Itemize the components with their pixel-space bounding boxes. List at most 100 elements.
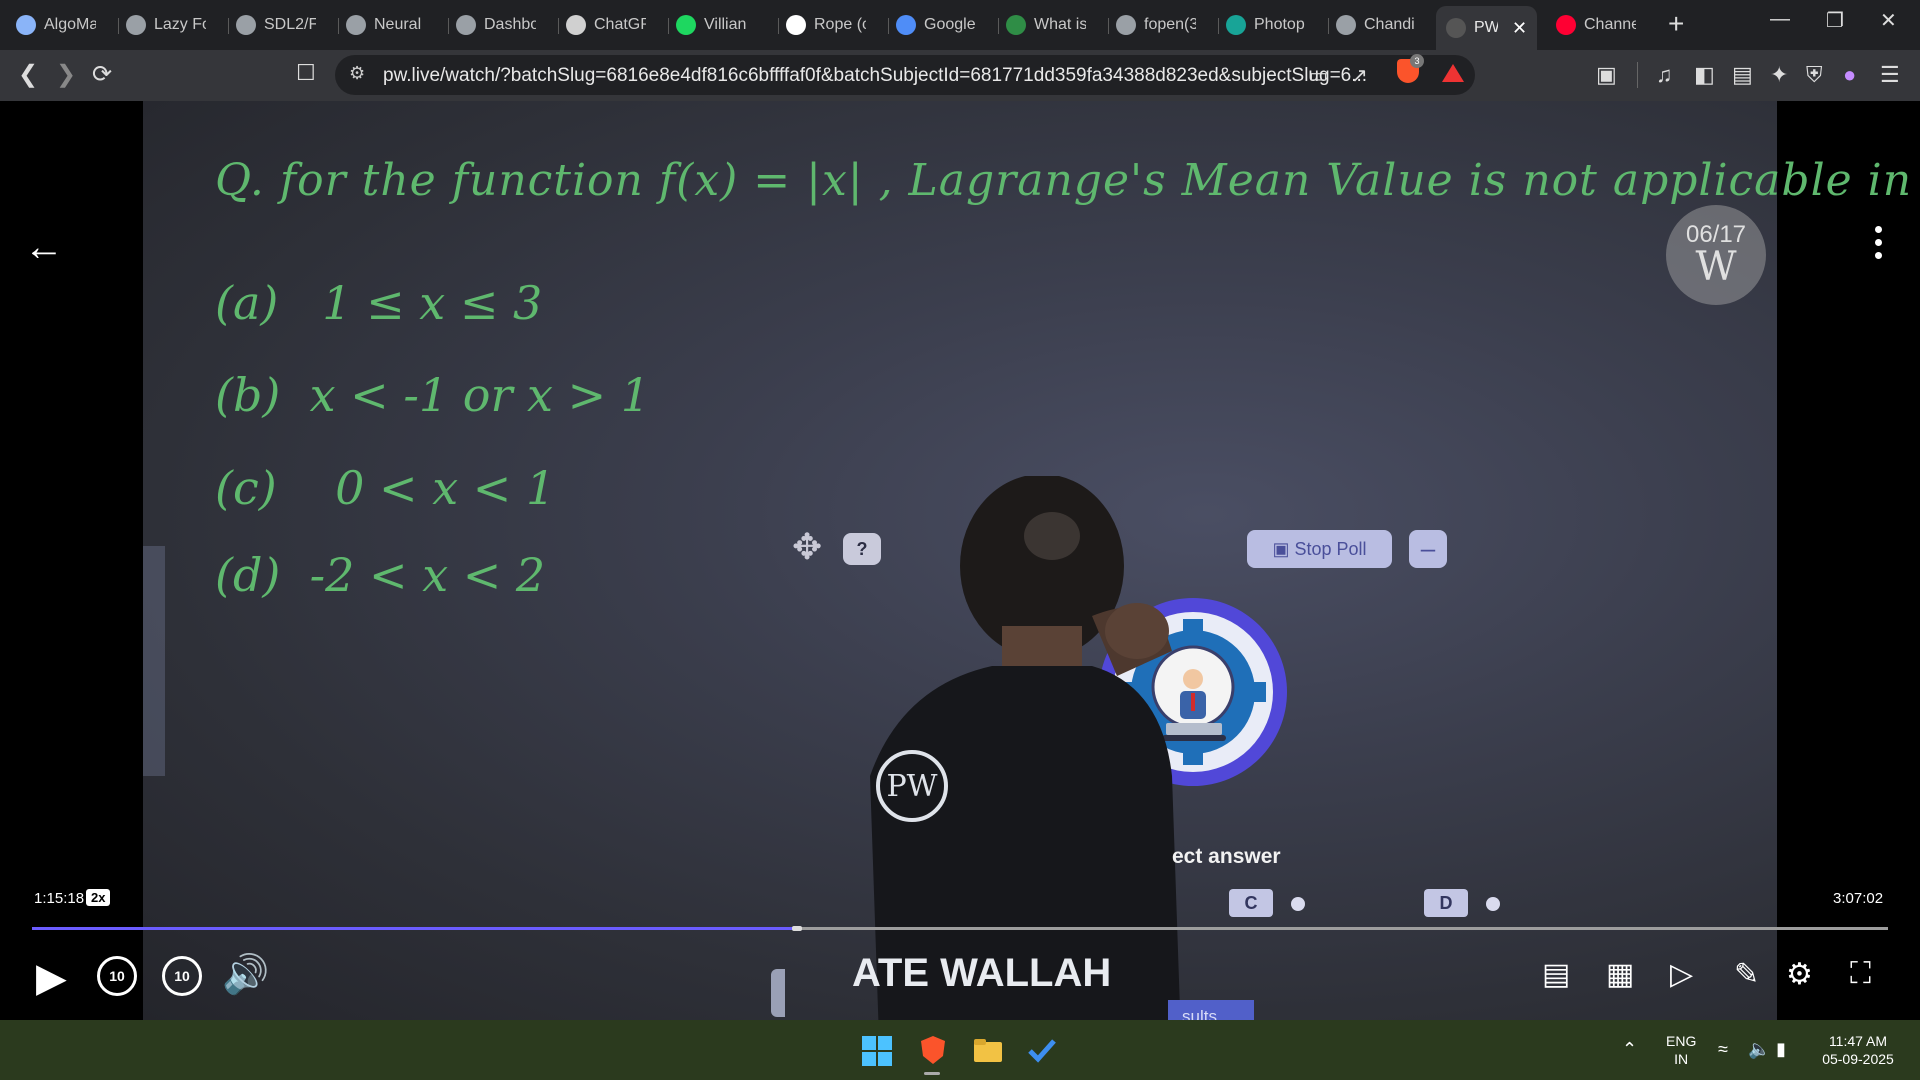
- seek-bar-handle[interactable]: [791, 926, 802, 931]
- new-tab-button[interactable]: +: [1668, 8, 1684, 40]
- url-text[interactable]: pw.live/watch/?batchSlug=6816e8e4df816c6…: [383, 65, 1367, 87]
- tab-item[interactable]: Lazy Fo: [126, 6, 206, 44]
- poll-radio-c[interactable]: [1291, 897, 1305, 911]
- tab-item[interactable]: Google: [896, 6, 976, 44]
- address-bar[interactable]: ⚙ pw.live/watch/?batchSlug=6816e8e4df816…: [335, 55, 1475, 95]
- profile-icon[interactable]: ●: [1843, 62, 1856, 88]
- presenter-figure: PW ATE WALLAH: [852, 476, 1181, 1020]
- tab-item[interactable]: Neural: [346, 6, 426, 44]
- menu-icon[interactable]: ☰: [1880, 62, 1900, 88]
- notes-video-icon[interactable]: ▷: [1670, 957, 1693, 992]
- tab-title: Chandi: [1364, 16, 1415, 33]
- tab-title: fopen(3: [1144, 16, 1196, 33]
- tab-title: Rope (c: [814, 16, 866, 33]
- github-icon: [456, 15, 476, 35]
- playback-speed-badge[interactable]: 2x: [86, 889, 111, 906]
- wifi-icon[interactable]: ≈: [1718, 1040, 1728, 1058]
- tab-item[interactable]: Villian: [676, 6, 756, 44]
- clock[interactable]: 11:47 AM 05-09-2025: [1816, 1032, 1900, 1068]
- clock-time: 11:47 AM: [1828, 1033, 1888, 1049]
- tab-active[interactable]: PW ✕: [1436, 6, 1538, 50]
- tab-item[interactable]: What is: [1006, 6, 1086, 44]
- share-icon[interactable]: ↗: [1351, 63, 1368, 88]
- view-results-button[interactable]: sults: [1168, 1000, 1254, 1020]
- play-icon[interactable]: ▶: [36, 955, 67, 1001]
- media-icon[interactable]: ♫: [1656, 62, 1673, 88]
- tab-separator: [228, 18, 229, 34]
- side-panel-edge: [143, 546, 165, 776]
- tab-item[interactable]: Dashbo: [456, 6, 536, 44]
- youtube-icon: [1556, 15, 1576, 35]
- poll-option-d[interactable]: D: [1424, 889, 1468, 917]
- pw-icon: [1446, 18, 1466, 38]
- rewind-10-icon[interactable]: 10: [97, 956, 137, 996]
- question-text: Q. for the function f(x) = |x| , Lagrang…: [215, 155, 1920, 206]
- restore-window-icon[interactable]: ❐: [1826, 8, 1844, 33]
- tab-separator: [338, 18, 339, 34]
- speaker-icon[interactable]: 🔈: [1748, 1040, 1770, 1058]
- bookmark-icon[interactable]: ☐: [296, 60, 316, 86]
- tab-separator: [118, 18, 119, 34]
- fullscreen-icon[interactable]: ⛶: [1850, 957, 1871, 991]
- poll-radio-d[interactable]: [1486, 897, 1500, 911]
- option-a: (a) 1 ≤ x ≤ 3: [215, 276, 542, 330]
- volume-icon[interactable]: 🔊: [222, 953, 269, 997]
- tab-item[interactable]: Rope (c: [786, 6, 866, 44]
- windows-start-icon[interactable]: [862, 1036, 892, 1066]
- settings-icon[interactable]: ⚙: [1786, 957, 1813, 992]
- poll-option-c[interactable]: C: [1229, 889, 1273, 917]
- vpn-icon[interactable]: ⛨: [1806, 62, 1823, 88]
- language-indicator[interactable]: ENG IN: [1666, 1032, 1696, 1068]
- region-code: IN: [1674, 1051, 1689, 1067]
- tray-overflow-icon[interactable]: ⌃: [1622, 1040, 1637, 1058]
- back-arrow-icon[interactable]: ←: [24, 225, 64, 270]
- minimize-poll-button[interactable]: –: [1409, 530, 1447, 568]
- tab-item[interactable]: AlgoMa: [16, 6, 96, 44]
- more-options-icon[interactable]: [1875, 226, 1882, 259]
- battery-icon[interactable]: ▮: [1776, 1040, 1786, 1058]
- brave-taskbar-icon[interactable]: [917, 1034, 949, 1066]
- back-icon[interactable]: ❮: [18, 60, 38, 89]
- cast-icon[interactable]: ▭: [1309, 63, 1328, 88]
- wallet-icon[interactable]: ▤: [1732, 62, 1753, 88]
- tab-separator: [668, 18, 669, 34]
- tab-separator: [998, 18, 999, 34]
- watermark-logo: W: [1695, 244, 1737, 290]
- todo-icon[interactable]: [1026, 1034, 1058, 1066]
- current-time: 1:15:18: [34, 890, 85, 907]
- file-explorer-icon[interactable]: [972, 1034, 1004, 1066]
- notes-icon[interactable]: ✎: [1734, 957, 1759, 992]
- reload-icon[interactable]: ⟳: [92, 60, 112, 89]
- option-b: (b) x < -1 or x > 1: [215, 368, 650, 422]
- seek-bar[interactable]: [32, 926, 1888, 931]
- tab-title: Google: [924, 16, 976, 33]
- tab-separator: [778, 18, 779, 34]
- option-c: (c) 0 < x < 1: [215, 461, 555, 515]
- forward-10-icon[interactable]: 10: [162, 956, 202, 996]
- video-player[interactable]: Q. for the function f(x) = |x| , Lagrang…: [0, 101, 1920, 1020]
- forward-icon[interactable]: ❯: [56, 60, 76, 89]
- option-b-label: (b): [215, 368, 281, 422]
- tab-item[interactable]: Photop: [1226, 6, 1306, 44]
- algomaster-icon: [16, 15, 36, 35]
- stop-poll-button[interactable]: ▣ Stop Poll: [1247, 530, 1392, 568]
- tab-item[interactable]: fopen(3: [1116, 6, 1196, 44]
- option-a-text: 1 ≤ x ≤ 3: [322, 276, 543, 330]
- sidebar-icon[interactable]: ◧: [1694, 62, 1715, 88]
- windows-taskbar: ⌃ ENG IN ≈ 🔈 ▮ 11:47 AM 05-09-2025: [0, 1020, 1920, 1080]
- tab-item[interactable]: ChatGP: [566, 6, 646, 44]
- tab-item[interactable]: Chandi: [1336, 6, 1416, 44]
- tab-item[interactable]: SDL2/F: [236, 6, 316, 44]
- minimize-window-icon[interactable]: —: [1770, 8, 1790, 31]
- translate-icon[interactable]: ▦: [1606, 957, 1634, 992]
- tab-item[interactable]: Channe: [1556, 6, 1636, 44]
- help-icon[interactable]: ?: [843, 533, 881, 565]
- site-settings-icon[interactable]: ⚙: [349, 63, 365, 84]
- close-window-icon[interactable]: ✕: [1880, 8, 1897, 33]
- move-icon[interactable]: ✥: [792, 526, 822, 568]
- reader-mode-icon[interactable]: ▣: [1596, 62, 1617, 88]
- leo-ai-icon[interactable]: ✦: [1770, 62, 1788, 88]
- brave-rewards-icon[interactable]: [1442, 64, 1464, 82]
- chat-icon[interactable]: ▤: [1542, 957, 1570, 992]
- close-tab-icon[interactable]: ✕: [1512, 18, 1527, 39]
